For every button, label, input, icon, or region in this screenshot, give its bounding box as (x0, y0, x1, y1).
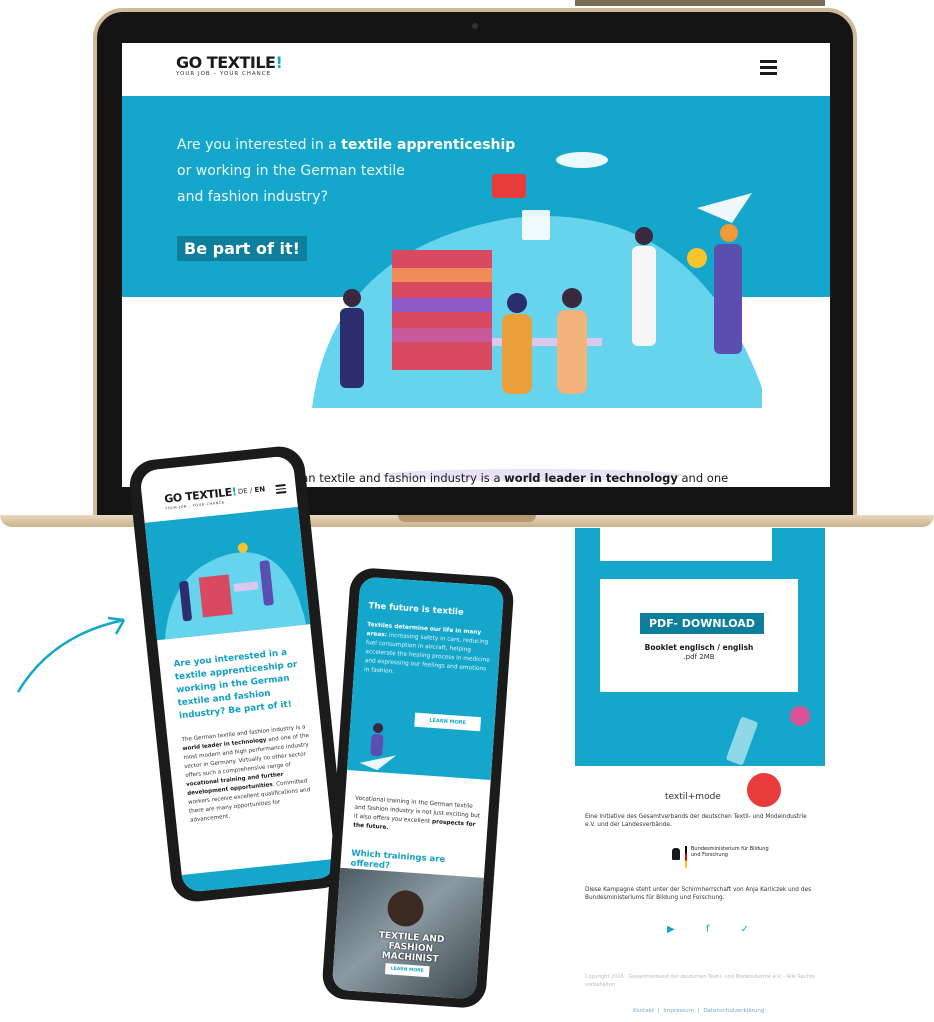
device-mockup-stage: GO TEXTILE! YOUR JOB – YOUR CHANCE Are y… (0, 0, 934, 1022)
pdf-download-button[interactable]: PDF- DOWNLOAD (640, 613, 764, 634)
hero-heading-line-1: Are you interested in a textile apprenti… (177, 137, 516, 153)
engineer-figure (720, 224, 738, 242)
hero-illustration (164, 542, 307, 640)
laptop-screen: GO TEXTILE! YOUR JOB – YOUR CHANCE Are y… (122, 43, 830, 487)
strip-blue-section: PDF- DOWNLOAD Booklet englisch / english… (575, 528, 825, 766)
worker-figure (507, 293, 527, 313)
top-photo-strip (575, 0, 825, 6)
eagle-icon (672, 848, 680, 860)
booklet-label: Booklet englisch / english (644, 643, 754, 652)
briefcase-icon (492, 174, 526, 198)
phone-screen: The future is textile Textiles determine… (331, 576, 505, 1000)
button-icon (747, 773, 781, 807)
ministry-logo-text: Bundesministerium für Bildung und Forsch… (691, 846, 769, 858)
social-icons[interactable]: ▶ f ✓ (667, 924, 763, 935)
button-icon (790, 706, 810, 726)
worker-figure (343, 289, 361, 307)
site-logo[interactable]: GO TEXTILE! (176, 53, 283, 72)
future-text: Textiles determine our life in many area… (363, 622, 490, 676)
laptop-notch (398, 515, 536, 522)
cloud-icon (556, 152, 608, 168)
thread-spool-icon (725, 716, 759, 766)
pdf-card: PDF- DOWNLOAD Booklet englisch / english… (600, 579, 798, 692)
intro-text: man textile and fashion industry is a wo… (290, 471, 729, 485)
be-part-button[interactable]: Be part of it! (177, 236, 307, 261)
copyright-text: Copyright 2016 - Gesamtverband der deuts… (585, 974, 815, 988)
hero-heading-line-2: or working in the German textile (177, 163, 405, 179)
mobile-body-text: The German textile and fashion industry … (181, 724, 311, 824)
mobile-heading: Are you interested in a textile apprenti… (173, 647, 298, 722)
arrow-icon (16, 616, 126, 693)
menu-icon[interactable] (760, 60, 777, 75)
textil-mode-logo[interactable]: textil+mode (665, 792, 721, 802)
phone-middle: The future is textile Textiles determine… (321, 566, 515, 1010)
hero-illustration (312, 152, 762, 481)
language-switch[interactable]: DE / EN (238, 485, 266, 496)
footer-links[interactable]: Kontakt | Impressum | Datenschutzerkläru… (633, 1008, 764, 1014)
patronage-text: Diese Kampagne steht unter der Schirmher… (585, 887, 812, 901)
initiative-text: Eine Initiative des Gesamtverbands der d… (585, 814, 807, 828)
bobbin-icon (522, 210, 550, 240)
menu-icon[interactable] (275, 484, 287, 495)
strip-card (600, 528, 772, 561)
hero-heading-line-3: and fashion industry? (177, 189, 329, 205)
right-phone-strip: PDF- DOWNLOAD Booklet englisch / english… (575, 528, 825, 1022)
scientist-figure (635, 227, 653, 245)
logo-tagline: YOUR JOB – YOUR CHANCE (176, 71, 272, 77)
flag-stripe (685, 846, 687, 868)
vocational-text: Vocational training in the German textil… (353, 795, 481, 832)
hero-blob (312, 216, 762, 408)
laptop-camera (472, 23, 478, 29)
flying-figure-icon (359, 723, 397, 771)
booklet-size: .pdf 2MB (683, 653, 715, 661)
worker-figure (562, 288, 582, 308)
paper-plane-icon (697, 193, 752, 223)
person-photo (386, 889, 425, 928)
button-icon (687, 248, 707, 268)
site-header: GO TEXTILE! YOUR JOB – YOUR CHANCE (122, 43, 830, 96)
hero-banner (144, 506, 311, 641)
